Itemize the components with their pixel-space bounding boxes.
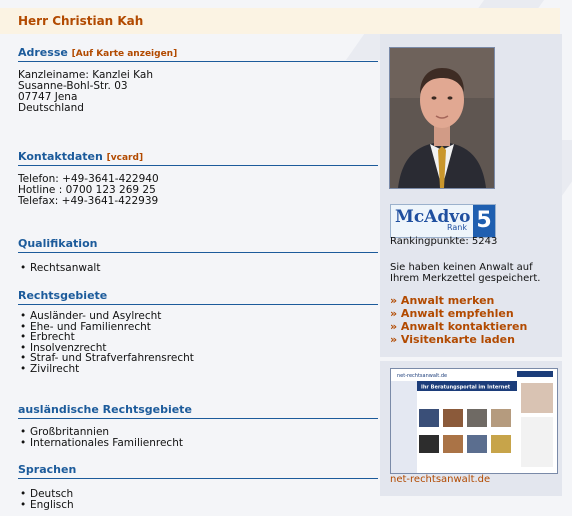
section-title-sprachen: Sprachen [18,463,378,479]
anwalt-kontaktieren-link[interactable]: » Anwalt kontaktieren [390,320,527,333]
list-item: Englisch [18,499,74,511]
list-item: Ausländer- und Asylrecht [18,311,194,322]
qualifikation-list: Rechtsanwalt [18,263,100,274]
list-item: Erbrecht [18,332,194,343]
visitenkarte-laden-link[interactable]: » Visitenkarte laden [390,333,527,346]
portrait-image [390,48,494,188]
section-title-qualifikation: Qualifikation [18,237,378,253]
list-item: Deutsch [18,489,74,500]
profile-header: Herr Christian Kah [0,8,560,34]
section-title-kontaktdaten: Kontaktdaten [vcard] [18,150,378,166]
rechtsgebiete-list: Ausländer- und Asylrecht Ehe- und Famili… [18,311,194,374]
sidebar-divider [380,357,562,361]
auslaendische-list: Großbritannien Internationales Familienr… [18,427,183,448]
lawyer-action-links: » Anwalt merken » Anwalt empfehlen » Anw… [390,294,527,346]
svg-text:net-rechtsanwalt.de: net-rechtsanwalt.de [397,373,447,379]
section-title-adresse: Adresse [Auf Karte anzeigen] [18,46,378,62]
map-link[interactable]: [Auf Karte anzeigen] [72,49,178,59]
ranking-points: Rankingpunkte: 5243 [390,236,498,247]
anwalt-merken-link[interactable]: » Anwalt merken [390,294,527,307]
mcadvo-rank-logo: McAdvo Rank 5 [390,204,496,238]
sprachen-list: Deutsch Englisch [18,489,74,510]
section-title-auslaendische-rechtsgebiete: ausländische Rechtsgebiete [18,403,378,419]
net-rechtsanwalt-link[interactable]: net-rechtsanwalt.de [390,474,490,485]
net-rechtsanwalt-thumbnail[interactable]: net-rechtsanwalt.de Ihr Beratungsportal … [390,368,558,474]
rank-number: 5 [473,205,495,237]
lawyer-name: Herr Christian Kah [18,14,144,28]
contact-block: Telefon: +49-3641-422940 Hotline : 0700 … [18,173,159,207]
vcard-link[interactable]: [vcard] [107,153,143,163]
anwalt-empfehlen-link[interactable]: » Anwalt empfehlen [390,307,527,320]
list-item: Zivilrecht [18,363,194,375]
list-item: Großbritannien [18,427,183,438]
lawyer-portrait-photo [389,47,495,189]
section-title-rechtsgebiete: Rechtsgebiete [18,289,378,305]
list-item: Rechtsanwalt [18,263,100,274]
address-block: Kanzleiname: Kanzlei Kah Susanne-Bohl-St… [18,69,153,114]
list-item: Straf- und Strafverfahrensrecht [18,353,194,364]
website-thumbnail-image: net-rechtsanwalt.de Ihr Beratungsportal … [391,369,557,473]
list-item: Internationales Familienrecht [18,437,183,449]
merkzettel-info: Sie haben keinen Anwalt auf Ihrem Merkze… [390,262,541,284]
svg-text:Ihr Beratungsportal im Interne: Ihr Beratungsportal im Internet [421,385,511,391]
profile-sidebar: McAdvo Rank 5 Rankingpunkte: 5243 Sie ha… [380,34,562,496]
